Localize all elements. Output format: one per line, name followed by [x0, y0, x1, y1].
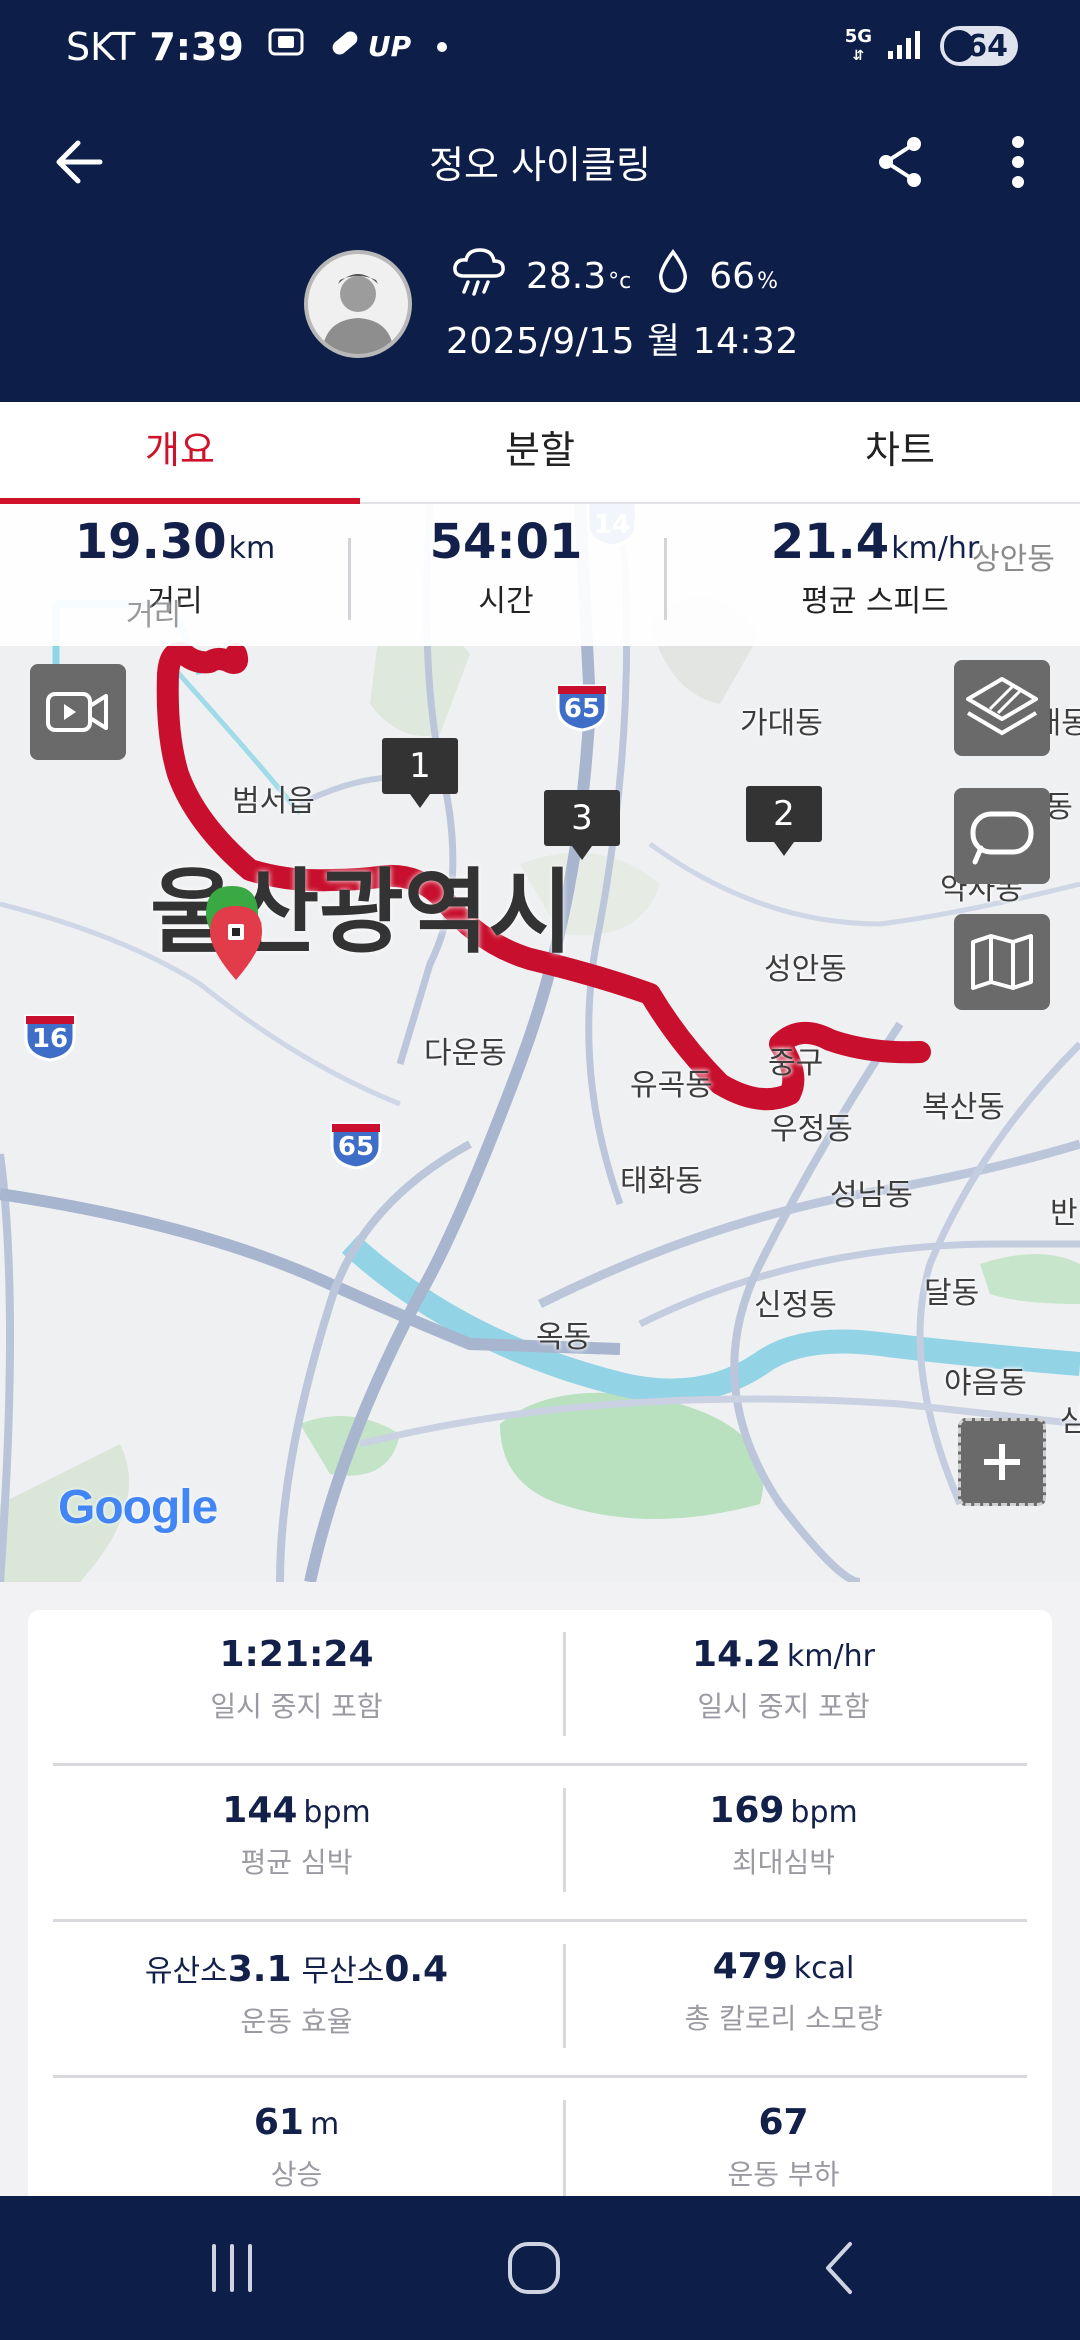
map-book-icon — [971, 934, 1033, 990]
humidity-unit: % — [757, 269, 778, 294]
power-saving-icon — [944, 30, 974, 62]
summary-time: 54:01 시간 — [406, 514, 606, 620]
map-label: 다운동 — [424, 1036, 507, 1071]
highway-shield: 65 — [328, 1120, 384, 1170]
temperature-value: 28.3 — [526, 255, 607, 297]
time-value: 54:01 — [429, 514, 583, 570]
time-label: 시간 — [478, 584, 534, 619]
stat-calories: 479 kcal 총 칼로리 소모량 — [684, 1946, 883, 2035]
route-loop-icon — [970, 811, 1034, 865]
summary-speed: 21.4km/hr 평균 스피드 — [770, 514, 980, 620]
summary-divider — [348, 538, 351, 620]
highway-shield: 65 — [554, 682, 610, 732]
more-options-button[interactable] — [988, 130, 1048, 194]
map-label: 반 — [1050, 1196, 1078, 1231]
screenshot-icon — [266, 24, 306, 69]
video-camera-icon — [46, 692, 108, 732]
tab-splits[interactable]: 분할 — [360, 402, 720, 502]
distance-value: 19.30 — [74, 514, 227, 570]
map-label: 가대동 — [740, 706, 823, 741]
map-label: 삼 — [1060, 1404, 1080, 1439]
summary-strip: 19.30km 거리 54:01 시간 21.4km/hr 평균 스피드 상안동… — [0, 504, 1080, 646]
map-base — [0, 504, 1080, 1582]
temperature-unit: °c — [608, 269, 632, 294]
map-label: 성안동 — [764, 952, 847, 987]
status-bar: SKT 7:39 UP 5G ⇵ 64 — [0, 0, 1080, 100]
stats-row: 1:21:24 일시 중지 포함 14.2 km/hr 일시 중지 포함 — [53, 1610, 1027, 1766]
recent-apps-icon — [212, 2244, 252, 2292]
weather-info: 28.3 °c 66 % — [452, 247, 778, 304]
end-pin-icon — [210, 906, 262, 980]
speed-label: 평균 스피드 — [801, 584, 949, 619]
map-label: 달동 — [924, 1276, 980, 1311]
map-label: 야음동 — [944, 1366, 1027, 1401]
stat-max-heart-rate: 169 bpm 최대심박 — [709, 1790, 858, 1879]
map-label: 범서읍 — [232, 784, 315, 819]
uplus-icon: UP — [367, 30, 412, 63]
notification-dot — [437, 41, 448, 52]
map-label: 우정동 — [770, 1112, 853, 1147]
stat-training-effect: 유산소3.1 무산소0.4 운동 효율 — [144, 1949, 449, 2038]
avatar[interactable] — [304, 250, 412, 358]
map-label: 거리 — [126, 598, 182, 633]
map-label: 태화동 — [620, 1164, 703, 1199]
network-5g-icon: 5G ⇵ — [844, 25, 872, 64]
system-back-button[interactable] — [800, 2238, 880, 2298]
recent-apps-button[interactable] — [192, 2238, 272, 2298]
map-label: 옥동 — [536, 1320, 592, 1355]
home-icon — [508, 2242, 560, 2294]
droplet-icon — [657, 248, 689, 304]
rain-cloud-icon — [452, 246, 506, 307]
google-logo: Google — [58, 1480, 218, 1535]
tab-bar: 개요 분할 차트 — [0, 402, 1080, 504]
map-layer-icon — [966, 677, 1038, 736]
status-time: 7:39 — [149, 24, 244, 69]
stat-avg-heart-rate: 144 bpm 평균 심박 — [222, 1790, 371, 1879]
lap-marker[interactable]: 2 — [746, 786, 822, 856]
share-button[interactable] — [868, 130, 932, 194]
back-icon — [826, 2242, 852, 2294]
system-nav-bar — [0, 2196, 1080, 2340]
map-label: 유곡동 — [630, 1068, 713, 1103]
stats-row: 144 bpm 평균 심박 169 bpm 최대심박 — [53, 1766, 1027, 1922]
activity-datetime: 2025/9/15 월 14:32 — [446, 321, 799, 362]
stats-row: 유산소3.1 무산소0.4 운동 효율 479 kcal 총 칼로리 소모량 — [53, 1922, 1027, 2078]
highway-shield: 16 — [22, 1012, 78, 1062]
humidity-value: 66 — [709, 255, 756, 297]
activity-header: 정오 사이클링 28.3 °c 66 % 2025/9/15 월 14:32 — [0, 100, 1080, 402]
summary-divider — [664, 538, 667, 620]
map-label: 중구 — [768, 1046, 824, 1081]
map-label: 성남동 — [830, 1178, 913, 1213]
speed-value: 21.4 — [770, 514, 890, 570]
lap-marker[interactable]: 3 — [544, 790, 620, 860]
map-label: 신정동 — [754, 1288, 837, 1323]
share-icon — [879, 137, 921, 187]
battery-indicator: 64 — [940, 26, 1018, 66]
video-replay-button[interactable] — [30, 664, 126, 760]
carrier-label: SKT — [66, 24, 136, 69]
map-label: 상안동 — [972, 542, 1055, 577]
pill-icon — [328, 25, 362, 69]
tab-charts[interactable]: 차트 — [720, 402, 1080, 502]
map-layer-button[interactable] — [954, 660, 1050, 756]
signal-icon — [886, 29, 922, 63]
more-vert-icon — [1012, 136, 1024, 188]
user-silhouette-icon — [322, 274, 394, 354]
stat-overall-speed: 14.2 km/hr 일시 중지 포함 — [692, 1634, 875, 1723]
speed-unit: km/hr — [891, 531, 980, 566]
google-logo-text: Google — [58, 1481, 218, 1534]
map-view-button[interactable] — [954, 914, 1050, 1010]
lap-marker[interactable]: 1 — [382, 738, 458, 808]
distance-unit: km — [228, 531, 276, 566]
route-loop-button[interactable] — [954, 788, 1050, 884]
zoom-in-icon — [984, 1444, 1020, 1480]
zoom-in-button[interactable] — [958, 1418, 1046, 1506]
stat-total-time: 1:21:24 일시 중지 포함 — [210, 1634, 383, 1723]
route-map[interactable]: 가대동 범서읍 성안동 다운동 유곡동 중구 우정동 복산동 태화동 성남동 신… — [0, 504, 1080, 1582]
tab-overview[interactable]: 개요 — [0, 402, 360, 504]
map-label: 복산동 — [922, 1090, 1005, 1125]
home-button[interactable] — [494, 2238, 574, 2298]
